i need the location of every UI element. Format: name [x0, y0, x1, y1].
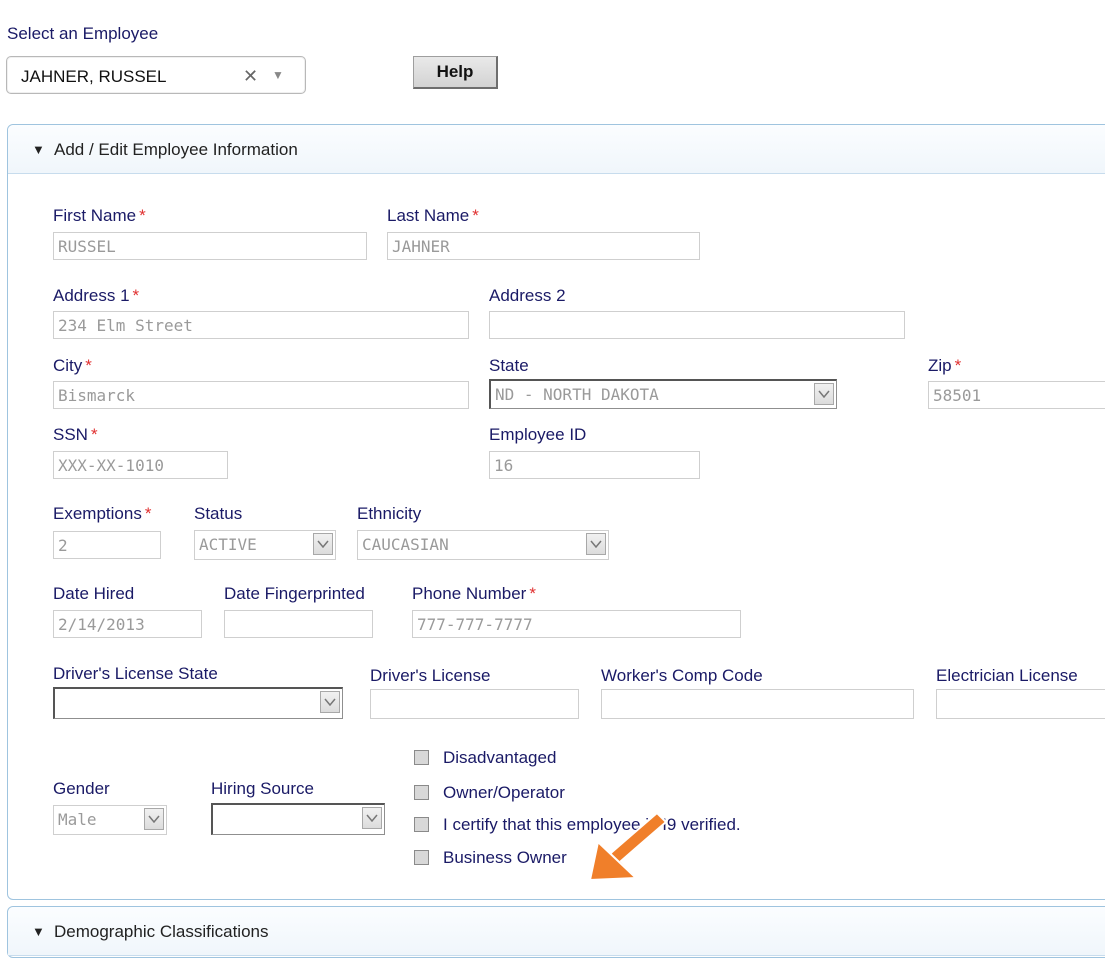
dl-field[interactable]	[370, 689, 579, 719]
first-name-field[interactable]: RUSSEL	[53, 232, 367, 260]
status-select-value: ACTIVE	[199, 535, 257, 554]
select-employee-label: Select an Employee	[7, 24, 159, 43]
phone-label: Phone Number *	[412, 584, 536, 603]
business-owner-label: Business Owner	[443, 848, 567, 867]
i9-checkbox[interactable]	[414, 817, 429, 832]
panel-title: Add / Edit Employee Information	[54, 140, 298, 159]
ethnicity-select[interactable]: CAUCASIAN	[357, 530, 609, 560]
business-owner-checkbox[interactable]	[414, 850, 429, 865]
gender-label: Gender	[53, 779, 110, 798]
address2-field[interactable]	[489, 311, 905, 339]
exemptions-field[interactable]: 2	[53, 531, 161, 559]
last-name-label: Last Name *	[387, 206, 479, 225]
dl-label: Driver's License	[370, 666, 491, 685]
demographic-panel-title: Demographic Classifications	[54, 922, 269, 941]
city-label: City *	[53, 356, 92, 375]
owner-operator-label: Owner/Operator	[443, 783, 565, 802]
city-field[interactable]: Bismarck	[53, 381, 469, 409]
phone-field[interactable]: 777-777-7777	[412, 610, 741, 638]
arrow-pointer-icon	[588, 811, 668, 880]
chevron-down-icon[interactable]	[144, 808, 164, 830]
demographic-panel: ▼ Demographic Classifications	[7, 906, 1105, 958]
disadvantaged-checkbox[interactable]	[414, 750, 429, 765]
address1-field[interactable]: 234 Elm Street	[53, 311, 469, 339]
state-select[interactable]: ND - NORTH DAKOTA	[489, 379, 837, 409]
electrician-label: Electrician License	[936, 666, 1078, 685]
chevron-down-icon[interactable]	[320, 691, 340, 713]
workers-comp-field[interactable]	[601, 689, 914, 719]
employee-id-label: Employee ID	[489, 425, 587, 444]
state-select-value: ND - NORTH DAKOTA	[495, 385, 659, 404]
zip-field[interactable]: 58501	[928, 381, 1105, 409]
workers-comp-label: Worker's Comp Code	[601, 666, 763, 685]
disadvantaged-label: Disadvantaged	[443, 748, 557, 767]
ethnicity-select-value: CAUCASIAN	[362, 535, 449, 554]
caret-down-icon[interactable]: ▼	[32, 924, 45, 939]
caret-down-icon[interactable]: ▼	[32, 142, 45, 157]
employee-id-field[interactable]: 16	[489, 451, 700, 479]
first-name-label: First Name *	[53, 206, 146, 225]
hiring-source-select[interactable]	[211, 803, 385, 835]
status-select[interactable]: ACTIVE	[194, 530, 336, 560]
employee-select-value: JAHNER, RUSSEL	[21, 67, 167, 86]
date-hired-field[interactable]: 2/14/2013	[53, 610, 202, 638]
ethnicity-label: Ethnicity	[357, 504, 422, 523]
date-fingerprinted-label: Date Fingerprinted	[224, 584, 365, 603]
chevron-down-icon[interactable]: ▼	[272, 68, 284, 82]
demographic-panel-header[interactable]: ▼ Demographic Classifications	[8, 907, 1105, 956]
panel-header[interactable]: ▼ Add / Edit Employee Information	[8, 125, 1105, 174]
close-icon[interactable]: ✕	[243, 66, 258, 87]
chevron-down-icon[interactable]	[313, 533, 333, 555]
electrician-field[interactable]	[936, 689, 1105, 719]
zip-label: Zip *	[928, 356, 962, 375]
dl-state-label: Driver's License State	[53, 664, 218, 683]
chevron-down-icon[interactable]	[814, 383, 834, 405]
date-hired-label: Date Hired	[53, 584, 135, 603]
gender-select-value: Male	[58, 810, 97, 829]
address2-label: Address 2	[489, 286, 566, 305]
status-label: Status	[194, 504, 243, 523]
ssn-field[interactable]: XXX-XX-1010	[53, 451, 228, 479]
date-fingerprinted-field[interactable]	[224, 610, 373, 638]
state-label: State	[489, 356, 529, 375]
chevron-down-icon[interactable]	[362, 807, 382, 829]
gender-select[interactable]: Male	[53, 805, 167, 835]
hiring-source-label: Hiring Source	[211, 779, 314, 798]
ssn-label: SSN *	[53, 425, 98, 444]
employee-select[interactable]: JAHNER, RUSSEL ✕ ▼	[6, 56, 306, 94]
exemptions-label: Exemptions *	[53, 504, 152, 523]
owner-operator-checkbox[interactable]	[414, 785, 429, 800]
help-button[interactable]: Help	[413, 56, 498, 89]
address1-label: Address 1 *	[53, 286, 140, 305]
last-name-field[interactable]: JAHNER	[387, 232, 700, 260]
chevron-down-icon[interactable]	[586, 533, 606, 555]
dl-state-select[interactable]	[53, 687, 343, 719]
